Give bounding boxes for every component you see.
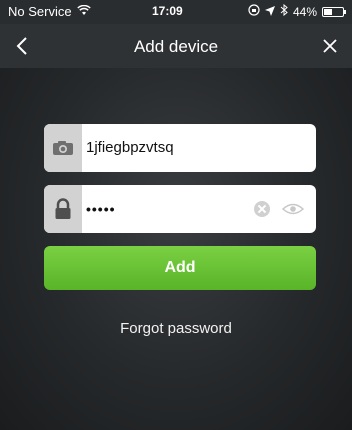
device-id-field[interactable]: 1jfiegbpzvtsq: [44, 124, 316, 172]
main-content: 1jfiegbpzvtsq ••••• Add Forgot password: [0, 68, 352, 430]
carrier-label: No Service: [8, 4, 72, 19]
wifi-icon: [76, 4, 91, 19]
lock-icon: [44, 185, 82, 233]
location-icon: [264, 5, 275, 19]
device-id-input[interactable]: 1jfiegbpzvtsq: [86, 124, 174, 172]
page-title: Add device: [133, 37, 219, 56]
battery-icon: [322, 6, 346, 17]
forgot-password-link[interactable]: Forgot password: [0, 320, 352, 337]
battery-percent: 44%: [292, 4, 317, 19]
nav-bar: Add device: [0, 24, 352, 68]
clock: 17:09: [152, 4, 183, 18]
password-input[interactable]: •••••: [86, 185, 116, 233]
rotation-lock-icon: [248, 4, 260, 19]
password-field[interactable]: •••••: [44, 185, 316, 233]
clear-icon[interactable]: [254, 201, 270, 217]
bluetooth-icon: [280, 3, 288, 19]
close-icon[interactable]: [318, 32, 342, 60]
eye-icon[interactable]: [281, 201, 305, 217]
camera-icon: [44, 124, 82, 172]
status-bar: No Service 17:09 44%: [0, 0, 352, 24]
add-button[interactable]: Add: [44, 246, 316, 290]
